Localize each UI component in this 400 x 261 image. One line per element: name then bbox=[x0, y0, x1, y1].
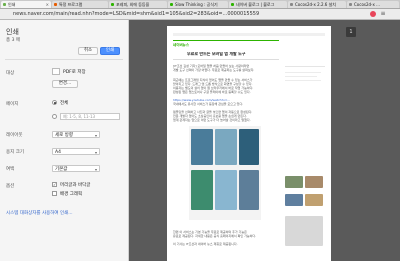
tab-label: 인쇄 bbox=[8, 2, 16, 7]
tab-label: 네이버 블로그 | 블로그 bbox=[236, 2, 275, 7]
cancel-button[interactable]: 취소 bbox=[78, 47, 98, 55]
phone-screenshot-image bbox=[215, 170, 237, 210]
tab-strip: 인쇄 × 특정 프로그램 포레피, 외에 등등을 Slow Thinking :… bbox=[0, 0, 400, 9]
change-button[interactable]: 변경... bbox=[52, 80, 78, 88]
extension-icon[interactable] bbox=[370, 11, 376, 17]
header-strip bbox=[173, 33, 325, 36]
brand-logo: 네이버뉴스 bbox=[173, 43, 190, 47]
article-line: 이 기사는 IT조선과 네이버 뉴스 제휴로 제공됩니다. bbox=[173, 242, 238, 246]
tab-label: Slow Thinking : 공식기 bbox=[175, 2, 218, 7]
tab-item[interactable]: Slow Thinking : 공식기 bbox=[168, 1, 228, 8]
article-line: 국내에서도 유사한 서비스가 등장해 관심을 모으고 있다. bbox=[173, 102, 244, 106]
phone-screenshot-image bbox=[191, 170, 213, 210]
background-graphics-checkbox[interactable] bbox=[52, 191, 57, 196]
divider bbox=[285, 66, 325, 67]
article-line: 유료로 제공된다. 자세한 내용은 공식 홈페이지에서 확인 가능하다. bbox=[173, 234, 257, 238]
system-dialog-link[interactable]: 시스템 대화상자를 사용하여 인쇄... bbox=[6, 210, 73, 216]
sheet-count: 총 3 매 bbox=[6, 38, 21, 43]
phone-screenshot-image bbox=[239, 129, 259, 165]
url-field[interactable]: news.naver.com/main/read.nhn?mode=LSD&mi… bbox=[13, 11, 373, 17]
thumbnail-image bbox=[285, 194, 303, 206]
brand-rule bbox=[173, 40, 279, 41]
pages-range-radio[interactable] bbox=[52, 114, 57, 119]
tab-label: 특정 프로그램 bbox=[59, 2, 83, 7]
favicon-icon bbox=[290, 3, 293, 6]
favicon-icon bbox=[3, 3, 6, 6]
car-ad-image bbox=[285, 216, 323, 246]
thumbnail-image bbox=[305, 194, 323, 206]
close-tab-icon[interactable]: × bbox=[46, 1, 49, 8]
menu-icon[interactable]: ≡ bbox=[378, 9, 388, 19]
print-button[interactable]: 인쇄 bbox=[100, 47, 120, 55]
tab-print[interactable]: 인쇄 × bbox=[1, 1, 51, 8]
favicon-icon bbox=[349, 3, 352, 6]
background-graphics-label: 배경 그래픽 bbox=[60, 192, 83, 197]
chevron-down-icon: ▾ bbox=[94, 133, 97, 138]
print-settings-panel: 인쇄 총 3 매 취소 인쇄 대상 PDF로 저장 변경... 페이지 전체 예… bbox=[0, 20, 129, 261]
article-line: 개발 도구 선택이 가장 어렵다. 무료로 제공되는 도구를 살펴보자. bbox=[173, 68, 255, 72]
tab-item[interactable]: 특정 프로그램 bbox=[52, 1, 108, 8]
tab-label: Cocos2d-x 2.2.6 설치 bbox=[295, 2, 336, 7]
divider bbox=[173, 59, 279, 60]
margins-label: 여백 bbox=[6, 167, 15, 172]
favicon-icon bbox=[231, 3, 234, 6]
paper-size-value: A4 bbox=[55, 150, 61, 155]
favicon-icon bbox=[54, 3, 57, 6]
text-placeholder bbox=[285, 76, 317, 77]
pages-label: 페이지 bbox=[6, 102, 19, 107]
text-placeholder bbox=[285, 80, 321, 81]
favicon-icon bbox=[111, 3, 114, 6]
pdf-icon bbox=[52, 68, 60, 75]
destination-label: 대상 bbox=[6, 71, 15, 76]
tab-item[interactable]: 포레피, 외에 등등을 bbox=[109, 1, 167, 8]
pages-all-label: 전체 bbox=[60, 101, 69, 106]
tab-label: Cocos2d-x ... bbox=[354, 2, 380, 7]
favicon-icon bbox=[170, 3, 173, 6]
article-line: 완성된 앱은 앱스토어나 구글 플레이에 바로 등록할 수도 있다. bbox=[173, 90, 251, 94]
text-placeholder bbox=[285, 72, 321, 73]
layout-select[interactable]: 세로 방향 ▾ bbox=[52, 131, 100, 138]
article-image bbox=[189, 126, 261, 220]
phone-screenshot-image bbox=[215, 129, 237, 165]
chevron-down-icon: ▾ bbox=[94, 150, 97, 155]
tab-item[interactable]: Cocos2d-x 2.2.6 설치 bbox=[288, 1, 346, 8]
pages-all-radio[interactable] bbox=[52, 100, 57, 105]
pages-range-input[interactable]: 예: 1-5, 8, 11-13 bbox=[60, 113, 120, 120]
tab-item[interactable]: Cocos2d-x ... bbox=[347, 1, 399, 8]
phone-screenshot-image bbox=[239, 170, 259, 210]
paper-size-select[interactable]: A4 ▾ bbox=[52, 148, 100, 155]
print-title: 인쇄 bbox=[6, 28, 19, 36]
layout-label: 레이아웃 bbox=[6, 133, 23, 138]
tab-label: 포레피, 외에 등등을 bbox=[116, 2, 150, 7]
preview-page: 네이버뉴스 무료로 만드는 모바일 앱 개발 도구 [IT조선 김성 기자] 모… bbox=[167, 26, 331, 261]
destination-value: PDF로 저장 bbox=[63, 70, 86, 75]
header-footer-label: 머리글과 바닥글 bbox=[60, 183, 91, 188]
tab-item[interactable]: 네이버 블로그 | 블로그 bbox=[229, 1, 287, 8]
page-number-badge: 1 bbox=[346, 27, 356, 37]
article-line: 업계 관계자는 앞으로 이런 도구가 더 늘어날 것이라고 말했다. bbox=[173, 118, 251, 122]
article-headline: 무료로 만드는 모바일 앱 개발 도구 bbox=[187, 52, 246, 56]
margins-select[interactable]: 기본값 ▾ bbox=[52, 165, 100, 172]
phone-screenshot-image bbox=[191, 129, 213, 165]
chevron-down-icon: ▾ bbox=[94, 167, 97, 172]
paper-size-label: 용지 크기 bbox=[6, 150, 24, 155]
header-footer-checkbox[interactable]: ✓ bbox=[52, 182, 57, 187]
divider bbox=[5, 59, 123, 60]
thumbnail-image bbox=[305, 176, 323, 188]
margins-value: 기본값 bbox=[55, 167, 68, 172]
options-label: 옵션 bbox=[6, 184, 15, 189]
thumbnail-image bbox=[285, 176, 303, 188]
layout-value: 세로 방향 bbox=[55, 133, 73, 138]
